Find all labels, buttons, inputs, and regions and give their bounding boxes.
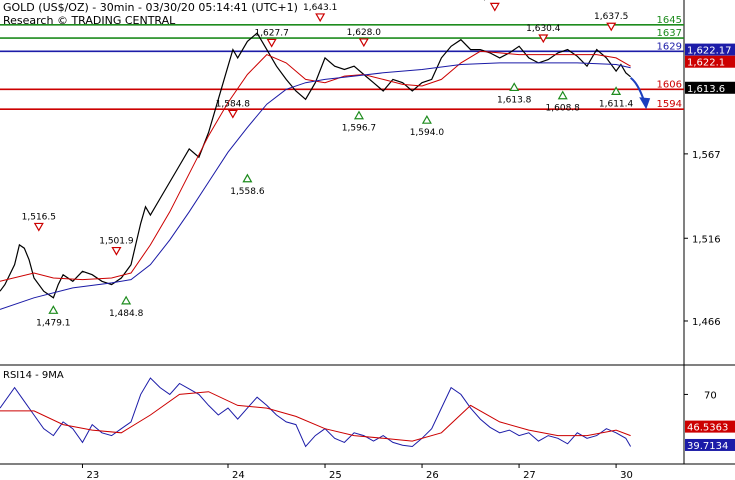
annotation-label: 1,613.8: [497, 95, 532, 105]
down-marker: [489, 2, 500, 12]
y-tick-label: 1,516: [692, 234, 721, 245]
up-marker: [611, 86, 622, 96]
up-marker: [242, 173, 253, 183]
annotation-label: 1,584.8: [216, 99, 251, 109]
series-ma_fast: [0, 50, 631, 282]
down-marker: [606, 22, 617, 32]
annotation-label: 1,484.8: [109, 309, 144, 319]
rsi-last-value-label: 39.7134: [687, 441, 728, 452]
x-tick-label: 25: [329, 470, 342, 480]
up-marker: [557, 90, 568, 100]
annotation-label: 1,594.0: [410, 128, 445, 138]
level-label: 1594: [657, 99, 682, 110]
level-label: 1637: [657, 28, 682, 39]
chart-title: GOLD (US$/OZ) - 30min - 03/30/20 05:14:4…: [3, 1, 298, 14]
down-marker: [315, 13, 326, 23]
rsi-last-value-label: 46.5363: [687, 423, 728, 434]
last-value-label: 1,622.17: [687, 46, 732, 57]
annotation-label: 1,649.5: [478, 0, 512, 2]
last-value-label: 1,613.6: [687, 84, 725, 95]
annotation-label: 1,608.8: [546, 104, 581, 114]
up-marker: [121, 295, 132, 305]
rsi-tick-label: 70: [704, 390, 717, 401]
x-tick-label: 23: [86, 470, 99, 480]
series-ma_slow: [0, 62, 631, 310]
down-marker: [358, 38, 369, 48]
y-tick-label: 1,567: [692, 150, 721, 161]
down-marker: [33, 222, 44, 232]
rsi-series-ma: [0, 391, 631, 442]
annotation-label: 1,611.4: [599, 99, 634, 109]
chart-window: 1,466 1,516 1,567 70 23 24 25 26 27 30 1645 1637 162…: [0, 0, 735, 480]
annotation-label: 1,630.4: [526, 24, 561, 34]
up-marker: [353, 110, 365, 120]
annotation-label: 1,628.0: [347, 28, 382, 38]
annotation-label: 1,479.1: [36, 318, 70, 328]
down-marker: [111, 246, 122, 256]
annotation-label: 1,643.1: [303, 3, 337, 13]
rsi-series-rsi: [0, 377, 632, 448]
up-marker: [509, 82, 520, 92]
annotation-label: 1,516.5: [22, 212, 56, 222]
up-marker: [421, 114, 432, 124]
forecast-arrow-head: [639, 97, 651, 110]
annotation-label: 1,637.5: [594, 12, 628, 22]
down-marker: [227, 109, 238, 119]
level-label: 1606: [657, 79, 682, 90]
annotation-label: 1,558.6: [230, 187, 265, 197]
series-price: [0, 32, 631, 299]
x-tick-label: 30: [620, 470, 633, 480]
level-label: 1629: [657, 41, 682, 52]
level-label: 1645: [657, 15, 682, 26]
x-tick-label: 24: [232, 470, 245, 480]
chart-canvas: 1,466 1,516 1,567 70 23 24 25 26 27 30 1645 1637 162…: [0, 0, 735, 480]
down-marker: [266, 38, 277, 48]
x-tick-label: 26: [426, 470, 439, 480]
rsi-title: RSI14 - 9MA: [3, 370, 64, 381]
annotation-label: 1,501.9: [99, 237, 134, 247]
annotation-label: 1,596.7: [342, 124, 376, 134]
y-tick-label: 1,466: [692, 317, 721, 328]
annotation-label: 1,627.7: [254, 28, 288, 38]
up-marker: [48, 305, 59, 314]
last-value-label: 1,622.1: [687, 58, 725, 69]
chart-subtitle: Research © TRADING CENTRAL: [3, 14, 176, 27]
x-tick-label: 27: [523, 470, 536, 480]
